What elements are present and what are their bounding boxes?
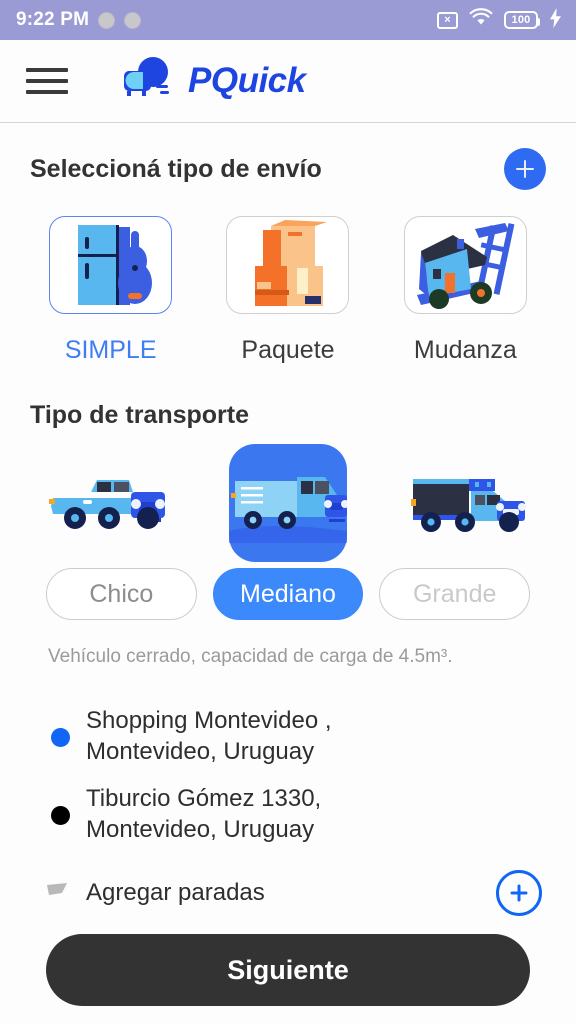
pickup-truck-icon: [49, 480, 165, 529]
add-stops-row[interactable]: Agregar paradas: [34, 870, 542, 916]
transport-type-header: Tipo de transporte: [0, 401, 576, 430]
add-shipping-type-button[interactable]: [504, 148, 546, 190]
hamburger-menu-icon[interactable]: [26, 68, 68, 94]
origin-marker: [34, 727, 86, 747]
transport-description: Vehículo cerrado, capacidad de carga de …: [48, 646, 453, 667]
address-row-destination[interactable]: Tiburcio Gómez 1330, Montevideo, Uruguay: [34, 776, 542, 854]
transport-vehicle-icons: [0, 442, 576, 564]
add-stop-icon[interactable]: [496, 870, 542, 916]
pquick-van-logo-icon: [120, 56, 174, 107]
transport-pill-chico[interactable]: Chico: [46, 568, 197, 620]
map-pin-icon: [34, 881, 86, 905]
shipping-type-header: Seleccioná tipo de envío: [0, 148, 576, 190]
shipping-card-simple[interactable]: [49, 216, 173, 314]
shipping-card-mudanza[interactable]: [403, 216, 527, 314]
destination-dot-icon: [50, 805, 70, 825]
house-dolly-icon: [417, 223, 515, 309]
transport-pill-mediano[interactable]: Mediano: [212, 568, 364, 620]
address-row-origin[interactable]: Shopping Montevideo , Montevideo, Urugua…: [34, 698, 542, 776]
transport-type-title: Tipo de transporte: [30, 401, 250, 429]
selected-vehicle-highlight: [229, 444, 347, 562]
status-bar-time: 9:22 PM: [16, 9, 90, 30]
shipping-label-mudanza: Mudanza: [413, 336, 517, 364]
status-bar-left: 9:22 PM: [16, 9, 142, 31]
shipping-option-simple[interactable]: SIMPLE: [22, 216, 199, 365]
add-stops-label: Agregar paradas: [86, 879, 265, 906]
destination-address-text: Tiburcio Gómez 1330, Montevideo, Uruguay: [86, 785, 322, 843]
box-truck-icon: [411, 479, 526, 532]
destination-marker: [34, 805, 86, 825]
brand-logo: PQuick: [120, 56, 306, 107]
van-icon: [229, 477, 347, 543]
shipping-label-simple: SIMPLE: [64, 336, 157, 364]
transport-vehicle-grande[interactable]: [378, 442, 558, 564]
notification-dot-icon: [124, 11, 142, 29]
no-sim-icon: ×: [437, 11, 458, 29]
battery-icon: 100: [504, 11, 540, 29]
transport-vehicle-mediano[interactable]: [198, 442, 378, 564]
shipping-label-paquete: Paquete: [241, 336, 335, 364]
charging-bolt-icon: [549, 8, 562, 32]
brand-name: PQuick: [188, 61, 306, 100]
fridge-guitar-icon: [77, 225, 152, 305]
boxes-icon: [254, 220, 327, 306]
transport-size-options: Chico Mediano Grande: [0, 568, 576, 620]
address-list: Shopping Montevideo , Montevideo, Urugua…: [0, 698, 576, 916]
status-bar-right: × 100: [437, 8, 562, 32]
app-screen: 9:22 PM × 100 PQuick Seleccioná tipo de …: [0, 0, 576, 1024]
transport-pill-grande[interactable]: Grande: [379, 568, 531, 620]
next-button[interactable]: Siguiente: [46, 934, 530, 1006]
notification-dot-icon: [98, 11, 116, 29]
shipping-card-paquete[interactable]: [226, 216, 350, 314]
transport-vehicle-chico[interactable]: [18, 442, 198, 564]
shipping-type-title: Seleccioná tipo de envío: [30, 154, 322, 183]
shipping-type-options: SIMPLE Paquete Mudanza: [0, 216, 576, 365]
status-bar: 9:22 PM × 100: [0, 0, 576, 40]
origin-address-text: Shopping Montevideo , Montevideo, Urugua…: [86, 707, 332, 765]
app-header: PQuick: [0, 40, 576, 123]
origin-dot-icon: [50, 727, 70, 747]
wifi-icon: [469, 8, 493, 32]
shipping-option-paquete[interactable]: Paquete: [199, 216, 376, 365]
shipping-option-mudanza[interactable]: Mudanza: [377, 216, 554, 365]
